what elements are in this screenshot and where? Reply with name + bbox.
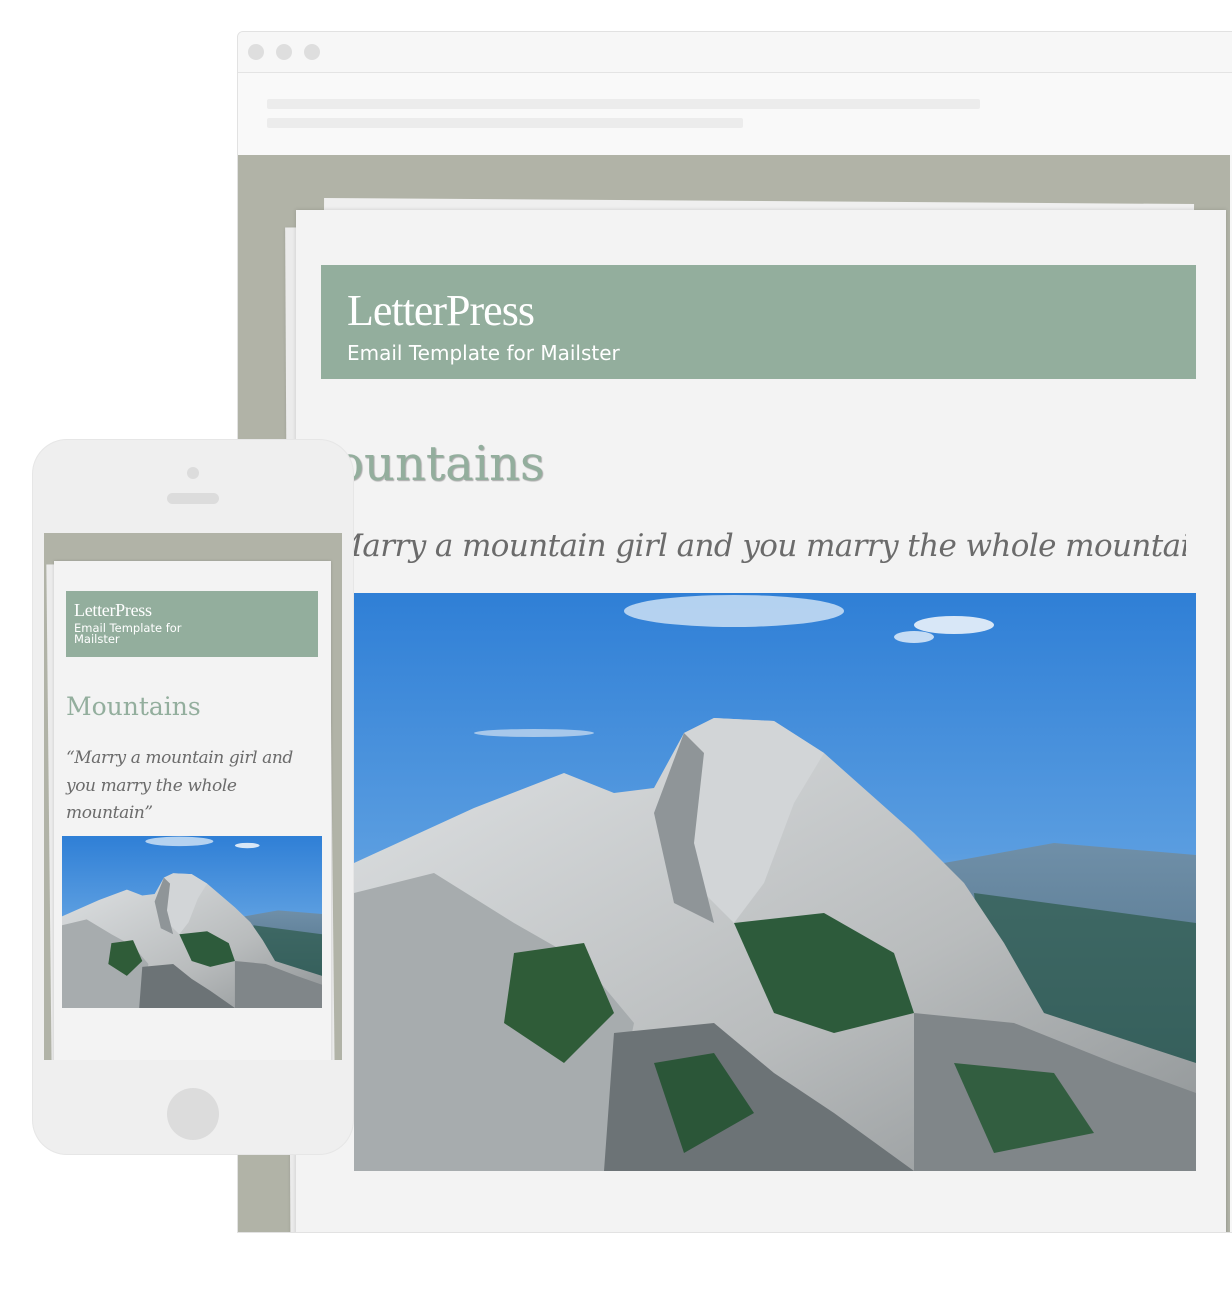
mobile-phone-mockup: LetterPress Email Template for Mailster … (33, 440, 353, 1154)
mobile-screen[interactable]: LetterPress Email Template for Mailster … (44, 533, 342, 1060)
mobile-brand-tagline: Email Template for Mailster (74, 621, 182, 646)
mobile-email-paper: LetterPress Email Template for Mailster … (54, 561, 331, 1060)
article-heading-text: Mountains (326, 436, 545, 492)
mountain-photo-icon (354, 593, 1196, 1171)
email-header-banner: LetterPress Email Template for Mailster (321, 265, 1196, 379)
article-quote-text: “Marry a mountain girl and you marry the… (336, 528, 1186, 564)
camera-icon (187, 467, 199, 479)
mobile-hero-image (62, 836, 322, 1008)
window-maximize-dot-icon[interactable] (304, 44, 320, 60)
placeholder-line (267, 99, 980, 109)
brand-logo: LetterPress (347, 286, 535, 335)
mobile-email-header-banner: LetterPress Email Template for Mailster (66, 591, 318, 657)
mountain-photo-icon (62, 836, 322, 1008)
window-close-dot-icon[interactable] (248, 44, 264, 60)
speaker-icon (167, 493, 219, 504)
window-minimize-dot-icon[interactable] (276, 44, 292, 60)
article-quote: “Marry a mountain girl and you marry the… (336, 528, 1186, 564)
email-viewport[interactable]: LetterPress Email Template for Mailster … (238, 155, 1230, 1232)
email-paper: LetterPress Email Template for Mailster … (296, 210, 1226, 1232)
home-button[interactable] (167, 1088, 219, 1140)
mobile-article-quote: “Marry a mountain girl and you marry the… (66, 748, 293, 823)
hero-image (354, 593, 1196, 1171)
mobile-brand-logo: LetterPress (74, 600, 152, 620)
browser-titlebar (238, 32, 1232, 73)
desktop-browser-window: LetterPress Email Template for Mailster … (237, 31, 1232, 1233)
article-heading: Mountains (326, 436, 1186, 492)
brand-tagline: Email Template for Mailster (347, 341, 620, 365)
browser-address-area (238, 73, 1232, 155)
placeholder-line (267, 118, 743, 128)
mobile-article-heading: Mountains (66, 692, 201, 721)
